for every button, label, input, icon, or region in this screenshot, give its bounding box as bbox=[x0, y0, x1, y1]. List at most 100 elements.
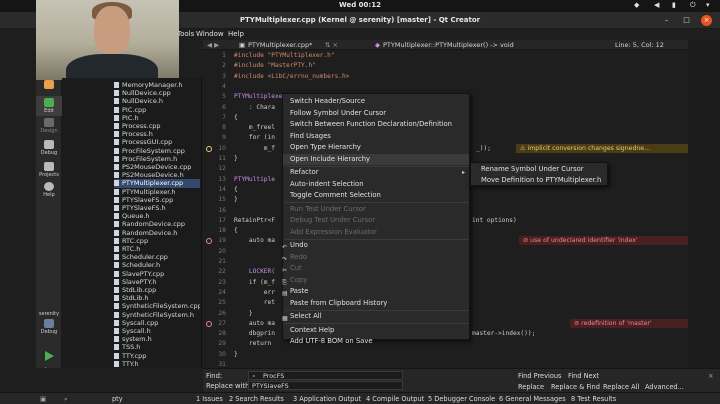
line-number: 17 bbox=[218, 216, 226, 224]
line-number: 9 bbox=[222, 134, 226, 142]
open-file-combo[interactable]: PTYMultiplexer.cpp* bbox=[248, 41, 312, 49]
menu-paste[interactable]: ▤ Paste bbox=[282, 286, 469, 297]
replace-button[interactable]: Replace bbox=[518, 383, 544, 391]
line-number: 12 bbox=[218, 165, 226, 173]
file-icon bbox=[114, 98, 119, 105]
advanced-find-button[interactable]: Advanced... bbox=[645, 383, 684, 391]
code-line-tail: master->index()); bbox=[472, 330, 536, 338]
power-icon[interactable]: ⏻ bbox=[690, 1, 696, 10]
menu-debug-test-under-cursor[interactable]: Debug Test Under Cursor bbox=[283, 215, 469, 226]
nav-back-icon[interactable]: ◀ ▶ bbox=[207, 41, 219, 49]
output-tab[interactable]: 2 Search Results bbox=[229, 395, 284, 403]
file-icon bbox=[114, 319, 119, 326]
menu-context-help[interactable]: Context Help bbox=[283, 325, 469, 336]
close-button[interactable]: × bbox=[701, 15, 712, 26]
locator-input[interactable]: pty bbox=[112, 395, 123, 403]
menu-undo[interactable]: ↶ Undo bbox=[282, 240, 469, 251]
panel-toggle-icon[interactable]: ▣ bbox=[40, 395, 46, 403]
find-next-button[interactable]: Find Next bbox=[568, 372, 599, 380]
line-number: 16 bbox=[218, 206, 226, 214]
error-annotation[interactable]: ⊘ redefinition of 'master' bbox=[570, 318, 688, 328]
menu-copy[interactable]: ⎘ Copy bbox=[282, 275, 469, 286]
menu-auto-indent-selection[interactable]: Auto-indent Selection bbox=[283, 179, 469, 190]
replace-input[interactable]: PTYSlaveFS bbox=[248, 381, 403, 390]
warning-annotation[interactable]: ⚠ implicit conversion changes signedne… bbox=[516, 143, 688, 153]
menu-run-test-under-cursor[interactable]: Run Test Under Cursor bbox=[283, 204, 469, 215]
cursor-position[interactable]: Line: 5, Col: 12 bbox=[615, 41, 664, 49]
file-icon bbox=[114, 82, 119, 88]
maximize-button[interactable]: □ bbox=[681, 15, 692, 26]
file-label: StdLib.h bbox=[122, 294, 149, 303]
menu-switch-between-function-declaration-definition[interactable]: Switch Between Function Declaration/Defi… bbox=[283, 119, 469, 130]
battery-icon[interactable]: ▮ bbox=[672, 1, 676, 9]
locator-search-icon: ⌕ bbox=[64, 395, 68, 403]
menu-tools[interactable]: Tools bbox=[177, 30, 194, 38]
line-number: 29 bbox=[218, 340, 226, 348]
menu-move-definition[interactable]: Move Definition to PTYMultiplexer.h bbox=[471, 175, 607, 186]
find-previous-button[interactable]: Find Previous bbox=[518, 372, 561, 380]
mode-welcome[interactable] bbox=[36, 80, 62, 89]
chevron-down-icon[interactable]: ▾ bbox=[706, 1, 710, 9]
error-annotation[interactable]: ⊘ use of undeclared identifier 'index' bbox=[519, 236, 688, 246]
mode-edit[interactable]: Edit bbox=[36, 96, 62, 116]
menu-paste-from-clipboard-history[interactable]: Paste from Clipboard History bbox=[283, 298, 469, 309]
menu-rename-symbol[interactable]: Rename Symbol Under Cursor bbox=[471, 164, 607, 175]
kit-selector[interactable]: serenity Debug bbox=[36, 310, 62, 335]
output-tab[interactable]: 1 Issues bbox=[196, 395, 223, 403]
welcome-icon bbox=[44, 80, 54, 89]
menu-add-expression-evaluator[interactable]: Add Expression Evaluator bbox=[283, 227, 469, 238]
kit-sub-label: Debug bbox=[40, 329, 58, 335]
menu-switch-header-source[interactable]: Switch Header/Source bbox=[283, 96, 469, 107]
menu-select-all[interactable]: ▦ Select All bbox=[282, 311, 469, 322]
file-label: RandomDevice.cpp bbox=[122, 220, 186, 229]
line-number: 5 bbox=[222, 93, 226, 101]
menu-cut[interactable]: ✂ Cut bbox=[282, 263, 469, 274]
menu-item-label: Paste from Clipboard History bbox=[290, 298, 388, 307]
menu-refactor[interactable]: Refactor ▸ bbox=[283, 167, 469, 178]
code-line: { bbox=[234, 185, 238, 193]
menu-open-include-hierarchy[interactable]: Open Include Hierarchy bbox=[283, 153, 469, 165]
minimize-button[interactable]: – bbox=[661, 15, 672, 26]
warning-gutter-marker[interactable] bbox=[206, 145, 212, 152]
output-tab[interactable]: 5 Debugger Console bbox=[428, 395, 495, 403]
output-tab[interactable]: 8 Test Results bbox=[571, 395, 616, 403]
find-input[interactable]: ⌕ ProcFS bbox=[248, 371, 403, 380]
menu-window[interactable]: Window bbox=[196, 30, 224, 38]
editor-scrollbar[interactable] bbox=[688, 40, 720, 368]
menu-help[interactable]: Help bbox=[228, 30, 244, 38]
menu-follow-symbol-under-cursor[interactable]: Follow Symbol Under Cursor bbox=[283, 108, 469, 119]
menu-item-label: Select All bbox=[290, 312, 322, 320]
file-icon bbox=[114, 328, 119, 334]
file-icon bbox=[114, 229, 119, 236]
volume-icon[interactable]: ◀ bbox=[654, 1, 659, 9]
line-number: 2 bbox=[222, 62, 226, 70]
menu-toggle-comment-selection[interactable]: Toggle Comment Selection bbox=[283, 190, 469, 201]
replace-all-button[interactable]: Replace All bbox=[603, 383, 639, 391]
close-file-icon[interactable]: ⇅ × bbox=[325, 41, 338, 49]
output-tab[interactable]: 4 Compile Output bbox=[366, 395, 424, 403]
menu-item-label: Toggle Comment Selection bbox=[290, 191, 381, 199]
mode-debug[interactable]: Debug bbox=[36, 140, 62, 156]
file-icon bbox=[114, 336, 119, 343]
mode-design[interactable]: Design bbox=[36, 118, 62, 134]
error-gutter-marker[interactable] bbox=[206, 320, 212, 327]
menu-add-utf-8-bom-on-save[interactable]: Add UTF-8 BOM on Save bbox=[283, 336, 469, 347]
menu-redo[interactable]: ↷ Redo bbox=[282, 252, 469, 263]
symbol-combo[interactable]: PTYMultiplexer::PTYMultiplexer() -> void bbox=[383, 41, 514, 49]
warning-icon: ⚠ bbox=[520, 144, 528, 152]
mode-projects[interactable]: Projects bbox=[36, 162, 62, 178]
replace-find-button[interactable]: Replace & Find bbox=[551, 383, 600, 391]
menu-item-label: Debug Test Under Cursor bbox=[290, 216, 376, 224]
webcam-overlay bbox=[36, 0, 179, 80]
menu-find-usages[interactable]: Find Usages bbox=[283, 131, 469, 142]
menu-item-label: Follow Symbol Under Cursor bbox=[290, 108, 387, 117]
mode-help[interactable]: Help bbox=[36, 182, 62, 198]
menu-open-type-hierarchy[interactable]: Open Type Hierarchy bbox=[283, 142, 469, 153]
network-icon[interactable]: ◆ bbox=[634, 1, 639, 9]
mode-design-label: Design bbox=[40, 128, 58, 134]
file-label: Queue.h bbox=[122, 212, 150, 221]
output-tab[interactable]: 6 General Messages bbox=[499, 395, 566, 403]
output-tab[interactable]: 3 Application Output bbox=[293, 395, 361, 403]
close-find-icon[interactable]: × bbox=[708, 372, 714, 380]
run-icon[interactable] bbox=[43, 350, 55, 362]
